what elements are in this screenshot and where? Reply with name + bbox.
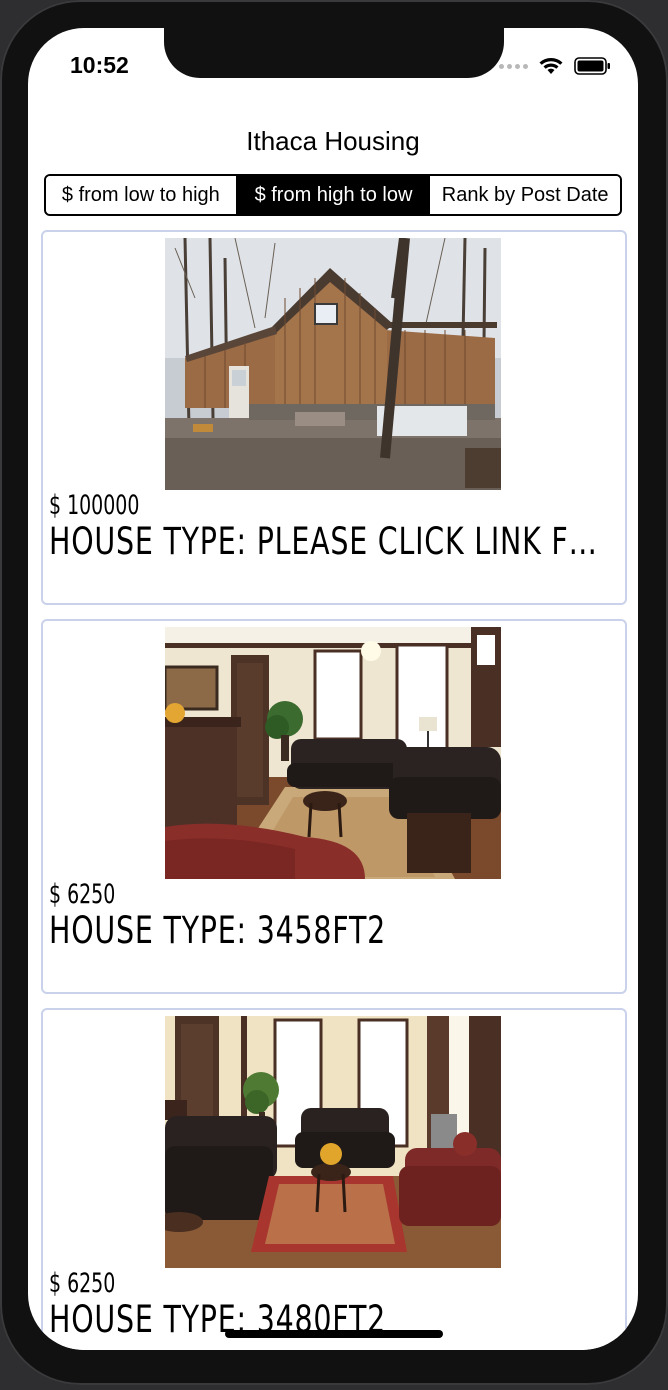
device-notch — [164, 28, 504, 78]
page-title: Ithaca Housing — [246, 126, 420, 156]
listing-card[interactable]: $ 100000 House Type: please click link f… — [41, 230, 627, 605]
battery-icon — [574, 57, 610, 75]
listing-photo-living-room — [165, 1016, 501, 1268]
listing-price: $ 6250 — [49, 1268, 116, 1299]
app-screen: 10:52 Ithaca Housing $ from low to high … — [28, 28, 638, 1350]
listing-house-type: House Type: 3458ft2 — [49, 909, 387, 952]
status-icons — [499, 56, 612, 76]
listing-card[interactable]: $ 6250 House Type: 3480ft2 — [41, 1008, 627, 1350]
listing-price: $ 100000 — [49, 490, 140, 521]
sort-post-date-segment[interactable]: Rank by Post Date — [430, 176, 620, 214]
home-indicator[interactable] — [225, 1330, 443, 1338]
listing-photo-cabin — [165, 238, 501, 490]
status-time: 10:52 — [70, 52, 129, 78]
listing-price: $ 6250 — [49, 879, 116, 910]
listing-photo-living-room — [165, 627, 501, 879]
listing-house-type: House Type: please click link for the de… — [49, 520, 619, 563]
sort-segmented-control: $ from low to high $ from high to low Ra… — [44, 174, 622, 216]
listing-list[interactable]: $ 100000 House Type: please click link f… — [41, 230, 627, 1350]
listing-card[interactable]: $ 6250 House Type: 3458ft2 — [41, 619, 627, 994]
phone-frame: 10:52 Ithaca Housing $ from low to high … — [0, 0, 668, 1385]
sort-low-to-high-segment[interactable]: $ from low to high — [46, 176, 237, 214]
wifi-icon — [539, 58, 563, 74]
sort-high-to-low-segment[interactable]: $ from high to low — [236, 176, 431, 214]
cellular-signal-icon — [499, 63, 528, 69]
